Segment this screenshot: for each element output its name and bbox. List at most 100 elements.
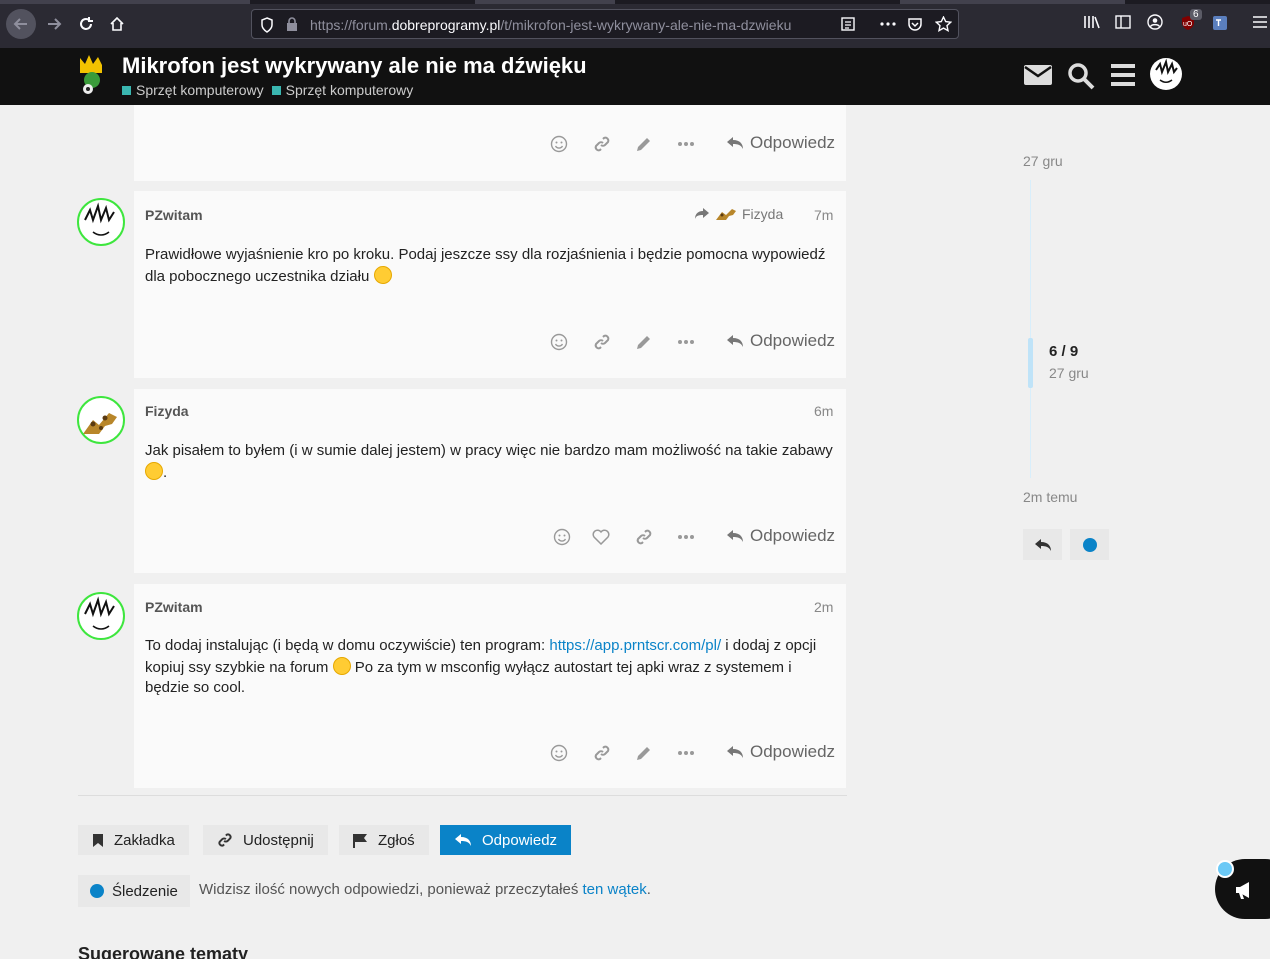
suggested-topics-heading: Sugerowane tematy [78,944,249,959]
tab-strip [0,0,1270,4]
bookmark-star-icon[interactable] [934,15,953,37]
more-actions-icon[interactable] [879,16,897,37]
share-arrow-icon [695,208,709,219]
menu-icon[interactable] [1252,14,1268,35]
user-avatar[interactable] [1150,58,1182,90]
flag-icon [353,833,367,848]
avatar[interactable] [77,396,125,444]
timeline-end-date[interactable]: 2m temu [1023,489,1077,505]
edit-icon[interactable] [634,743,654,763]
reaction-icon[interactable] [549,134,569,154]
edit-icon[interactable] [634,134,654,154]
link-icon[interactable] [592,332,612,352]
reply-button[interactable]: Odpowiedz [440,825,572,855]
bookmark-icon [93,833,103,847]
post-date[interactable]: 6m [814,403,833,419]
timeline-notification-button[interactable] [1070,529,1109,560]
reply-button[interactable]: Odpowiedz [726,526,835,546]
category-label: Sprzęt komputerowy [285,82,414,98]
reply-icon [455,834,471,846]
post-text: Jak pisałem to byłem (i w sumie dalej je… [145,442,833,459]
link-icon[interactable] [592,743,612,763]
more-icon[interactable] [676,134,696,154]
reply-icon [727,335,743,347]
more-icon[interactable] [676,743,696,763]
timeline-scrollarea[interactable] [1030,180,1031,478]
account-icon[interactable] [1147,14,1163,35]
bookmark-label: Zakładka [114,831,175,849]
tongue-emoji [332,656,351,675]
hamburger-icon[interactable] [1111,64,1135,91]
giraffe-avatar-icon [716,209,736,220]
bookmark-button[interactable]: Zakładka [78,825,189,855]
notification-reason-link[interactable]: ten wątek [583,881,647,898]
timeline-reply-button[interactable] [1023,529,1062,560]
timeline-position-date: 27 gru [1049,365,1089,381]
svg-text:uO: uO [1183,21,1193,28]
envelope-icon[interactable] [1024,65,1052,90]
timeline-start-date[interactable]: 27 gru [1023,153,1063,169]
flag-button[interactable]: Zgłoś [339,825,429,855]
arrow-right-icon [48,18,62,30]
avatar[interactable] [77,198,125,246]
link-icon[interactable] [634,527,654,547]
tab[interactable] [475,0,615,4]
share-button[interactable]: Udostępnij [203,825,328,855]
reader-view-icon[interactable] [840,16,856,37]
post-date[interactable]: 7m [814,207,833,223]
subcategory-badge[interactable]: Sprzęt komputerowy [271,82,414,98]
library-icon[interactable] [1083,14,1101,35]
share-label: Udostępnij [243,831,314,849]
tracking-dot-icon [90,884,104,898]
reply-to-tab[interactable]: Fizyda [694,206,783,222]
category-badge[interactable]: Sprzęt komputerowy [122,82,264,98]
more-icon[interactable] [676,332,696,352]
notification-dot [1216,860,1234,878]
post-date[interactable]: 2m [814,599,833,615]
home-button[interactable] [103,10,131,38]
reply-button[interactable]: Odpowiedz [726,133,835,153]
post-username[interactable]: PZwitam [145,207,203,223]
more-icon[interactable] [676,527,696,547]
pocket-icon[interactable] [907,16,923,37]
reload-button[interactable] [72,10,100,38]
shield-icon[interactable] [260,17,274,38]
category-label: Sprzęt komputerowy [136,82,264,98]
reaction-icon[interactable] [549,332,569,352]
search-icon[interactable] [1067,62,1095,95]
reply-button[interactable]: Odpowiedz [726,742,835,762]
link-icon[interactable] [592,134,612,154]
like-heart-icon[interactable] [591,527,611,547]
wink-emoji [145,461,163,480]
avatar[interactable] [77,592,125,640]
post-username[interactable]: PZwitam [145,599,203,615]
flag-label: Zgłoś [378,831,415,849]
divider [78,795,847,796]
post-link[interactable]: https://app.prntscr.com/pl/ [549,637,721,654]
post-username[interactable]: Fizyda [145,403,189,419]
lock-icon[interactable] [286,17,298,37]
back-button[interactable] [6,9,36,39]
reaction-icon[interactable] [549,743,569,763]
sidebar-icon[interactable] [1115,14,1131,35]
reply-label: Odpowiedz [482,831,558,849]
arrow-left-icon [13,18,27,30]
translate-icon[interactable] [1212,15,1228,36]
timeline-handle[interactable] [1028,338,1033,388]
forward-button[interactable] [40,10,68,38]
site-logo[interactable] [76,54,108,101]
address-bar[interactable]: https://forum.dobreprogramy.pl/t/mikrofo… [251,9,959,39]
category-color-swatch [271,85,281,95]
browser-toolbar: https://forum.dobreprogramy.pl/t/mikrofo… [0,0,1270,48]
notification-reason-text: Widzisz ilość nowych odpowiedzi, poniewa… [199,881,583,898]
tab[interactable] [0,0,250,4]
post-content: Prawidłowe wyjaśnienie kro po kroku. Pod… [145,245,835,287]
topic-title[interactable]: Mikrofon jest wykrywany ale nie ma dźwię… [122,53,587,79]
reply-icon [727,137,743,149]
reply-button[interactable]: Odpowiedz [726,331,835,351]
notification-level-button[interactable]: Śledzenie [78,875,190,907]
reaction-icon[interactable] [552,527,572,547]
edit-icon[interactable] [634,332,654,352]
tab[interactable] [900,0,1125,4]
post-text-end: . [163,463,168,481]
